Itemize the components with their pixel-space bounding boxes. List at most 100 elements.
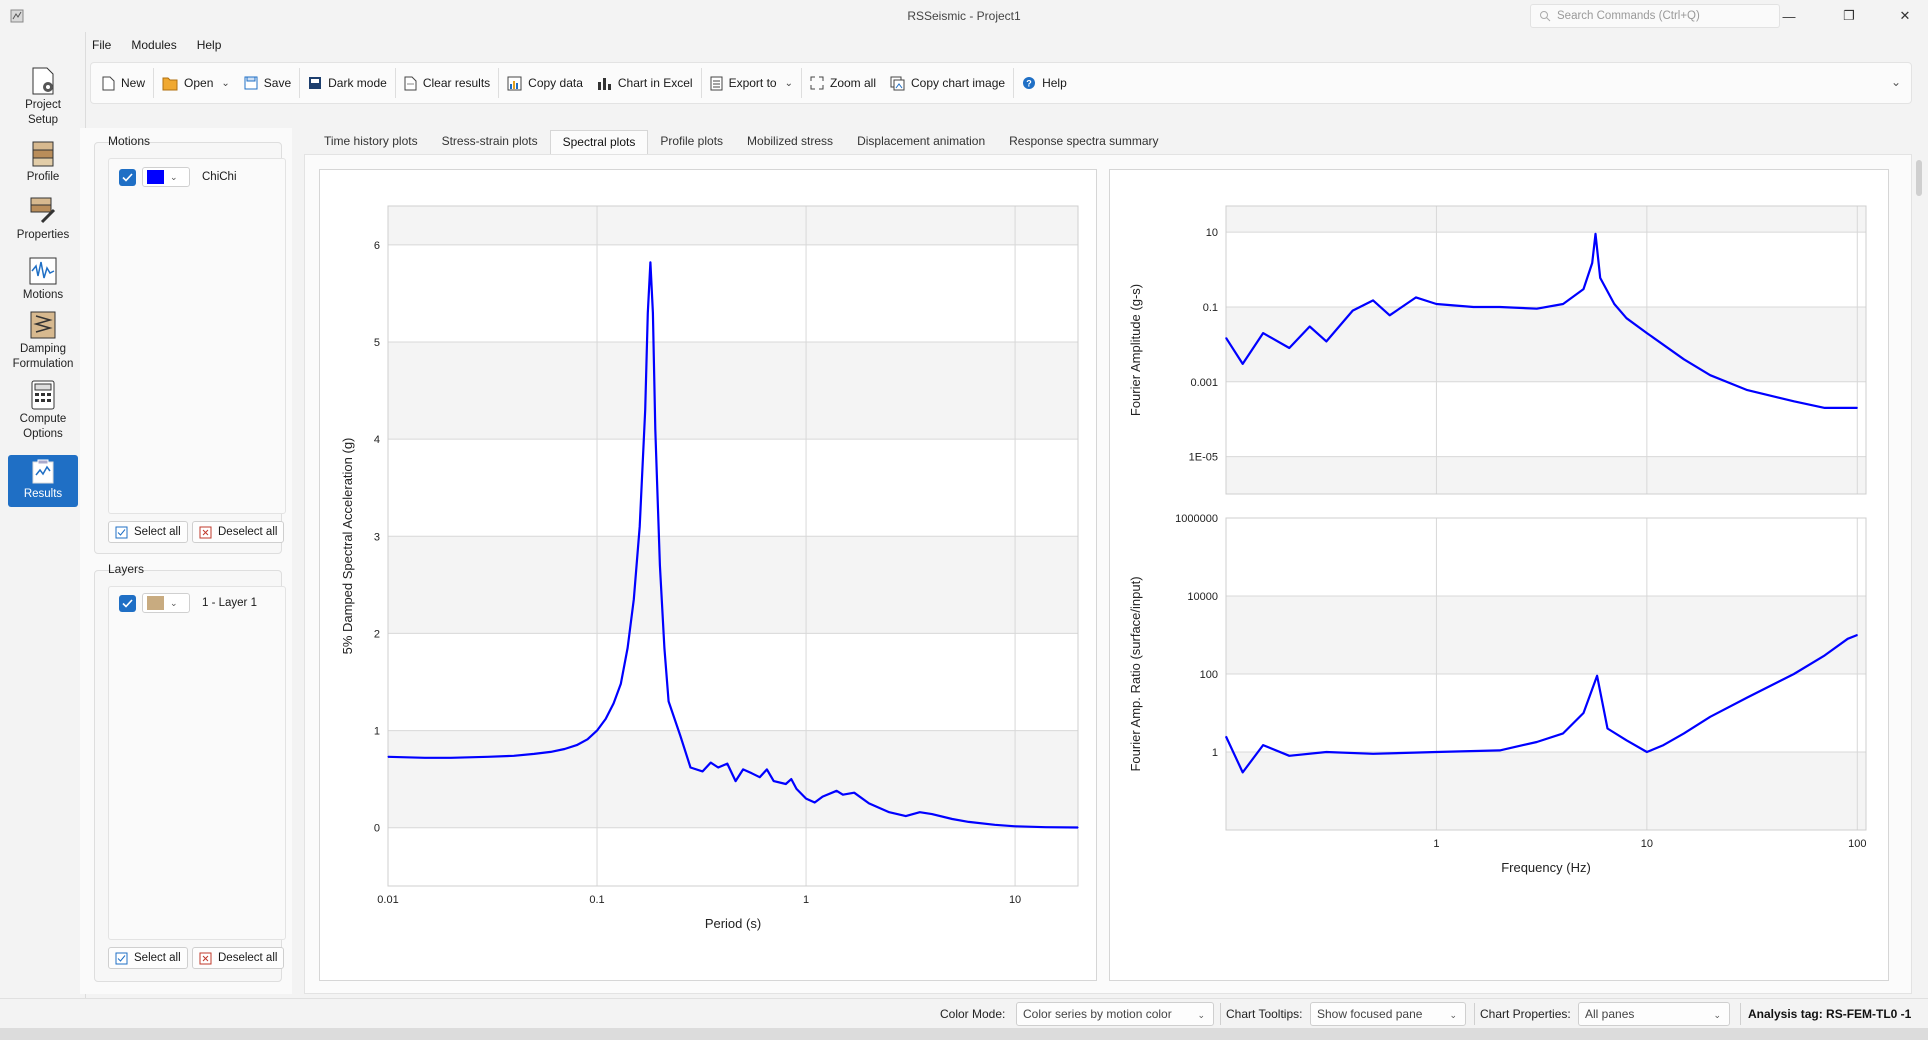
motion-color-picker[interactable]: ⌄ <box>142 167 190 187</box>
data-point <box>1499 749 1501 752</box>
selection-panel: Motions ⌄ ChiChi Select all Deselect all… <box>80 128 292 994</box>
motion-color-swatch <box>147 170 164 184</box>
tab-response-spectra-summary[interactable]: Response spectra summary <box>997 130 1170 154</box>
data-point <box>1435 751 1437 753</box>
menu-bar: File Modules Help <box>90 36 223 56</box>
y-tick-label: 6 <box>374 240 380 252</box>
color-mode-select[interactable]: Color series by motion color ⌄ <box>1016 1002 1214 1026</box>
clear-results-button[interactable]: Clear results <box>397 68 497 98</box>
data-point <box>1793 673 1795 675</box>
tab-time-history-plots[interactable]: Time history plots <box>312 130 430 154</box>
plot-band <box>388 730 1078 828</box>
deselect-all-icon <box>199 526 212 538</box>
new-button[interactable]: New <box>95 68 152 98</box>
copy-data-button[interactable]: Copy data <box>500 68 590 98</box>
fourier-charts[interactable]: 10 0.1 0.001 1E-05 Fourier Amplitude (g-s) 1 1… <box>1110 170 1888 980</box>
data-point <box>702 770 704 773</box>
menu-help[interactable]: Help <box>195 36 224 56</box>
tab-displacement-animation[interactable]: Displacement animation <box>845 130 997 154</box>
close-button[interactable]: ✕ <box>1882 0 1928 32</box>
vertical-scrollbar[interactable] <box>1916 160 1922 196</box>
tab-spectral-plots[interactable]: Spectral plots <box>549 130 649 154</box>
chart-in-excel-button[interactable]: Chart in Excel <box>590 68 700 98</box>
help-button[interactable]: ? Help <box>1015 68 1074 98</box>
chevron-down-icon: ⌄ <box>1449 1010 1457 1020</box>
nav-motions[interactable]: Motions <box>8 256 78 303</box>
data-point <box>766 768 768 771</box>
chart-properties-select[interactable]: All panes ⌄ <box>1578 1002 1730 1026</box>
motions-select-all-button[interactable]: Select all <box>108 521 188 543</box>
nav-results-label: Results <box>23 488 63 500</box>
tab-stress-strain-plots[interactable]: Stress-strain plots <box>430 130 550 154</box>
nav-profile-label: Profile <box>26 171 60 183</box>
nav-profile[interactable]: Profile <box>8 140 78 185</box>
nav-results[interactable]: Results <box>8 455 78 507</box>
menu-file[interactable]: File <box>90 36 113 56</box>
data-point <box>751 772 753 774</box>
y-tick-label: 0.001 <box>1190 377 1218 389</box>
data-point <box>853 792 855 794</box>
motions-deselect-all-button[interactable]: Deselect all <box>192 521 285 543</box>
data-point <box>1683 732 1685 735</box>
data-point <box>1613 303 1615 305</box>
export-to-button[interactable]: Export to ⌄ <box>703 68 800 98</box>
collapse-toolbar-icon[interactable]: ⌄ <box>1891 75 1901 89</box>
search-icon <box>1540 11 1551 22</box>
nav-damping-formulation[interactable]: Damping Formulation <box>8 310 78 372</box>
dark-mode-button[interactable]: Dark mode <box>301 68 394 98</box>
data-point <box>1352 310 1354 312</box>
motion-item[interactable]: ⌄ ChiChi <box>119 167 237 187</box>
dark-mode-label: Dark mode <box>328 76 387 90</box>
toolbar-separator <box>299 68 301 98</box>
command-search-placeholder: Search Commands (Ctrl+Q) <box>1557 10 1700 22</box>
chart-tooltips-label: Chart Tooltips: <box>1226 1007 1303 1021</box>
data-point <box>1606 727 1609 730</box>
nav-project-setup[interactable]: Project Setup <box>8 66 78 128</box>
motion-checkbox[interactable] <box>119 168 136 186</box>
minimize-button[interactable]: — <box>1766 0 1812 32</box>
nav-compute-options[interactable]: Compute Options <box>8 380 78 442</box>
response-spectrum-chart[interactable]: 0.01 0.1 1 10 0 1 2 3 4 5 6 Period (s) 5% Damped Spe… <box>320 170 1096 980</box>
command-search-input[interactable]: Search Commands (Ctrl+Q) <box>1530 4 1780 28</box>
copy-image-icon <box>890 76 905 90</box>
data-point <box>613 702 615 705</box>
chart-properties-label: Chart Properties: <box>1480 1007 1571 1021</box>
response-spectrum-pane[interactable]: 0.01 0.1 1 10 0 1 2 3 4 5 6 Period (s) 5% Damped Spe… <box>319 169 1097 981</box>
chevron-down-icon: ⌄ <box>170 597 178 608</box>
copy-chart-image-button[interactable]: Copy chart image <box>883 68 1012 98</box>
help-label: Help <box>1042 76 1067 90</box>
x-tick-label: 0.01 <box>377 894 398 906</box>
data-point <box>1077 826 1079 829</box>
status-bar: Color Mode: Color series by motion color… <box>0 998 1928 1028</box>
data-point <box>1562 732 1564 735</box>
nav-properties[interactable]: Properties <box>8 196 78 243</box>
tab-profile-plots[interactable]: Profile plots <box>648 130 735 154</box>
fourier-pane[interactable]: 10 0.1 0.001 1E-05 Fourier Amplitude (g-s) 1 1… <box>1109 169 1889 981</box>
layers-select-all-button[interactable]: Select all <box>108 947 188 969</box>
data-point <box>1646 332 1648 334</box>
open-label: Open <box>184 76 214 90</box>
save-label: Save <box>263 76 292 90</box>
data-point <box>742 768 744 771</box>
profile-icon <box>32 141 54 167</box>
nav-motions-label: Motions <box>22 289 64 301</box>
tab-mobilized-stress[interactable]: Mobilized stress <box>735 130 845 154</box>
nav-compute-line2: Options <box>23 428 63 440</box>
restore-button[interactable]: ❐ <box>1826 0 1872 32</box>
zoom-all-button[interactable]: Zoom all <box>803 68 883 98</box>
toolbar-separator <box>801 68 802 98</box>
chart-tooltips-value: Show focused pane <box>1317 1007 1423 1021</box>
menu-modules[interactable]: Modules <box>129 36 178 56</box>
y-tick-label: 100 <box>1200 669 1218 681</box>
data-point <box>888 811 890 813</box>
open-button[interactable]: Open ⌄ <box>155 68 237 98</box>
chart-properties-value: All panes <box>1585 1007 1635 1021</box>
layer-item[interactable]: ⌄ 1 - Layer 1 <box>119 593 257 613</box>
y-axis-title: 5% Damped Spectral Acceleration (g) <box>340 438 355 655</box>
chart-tooltips-select[interactable]: Show focused pane ⌄ <box>1310 1002 1466 1026</box>
save-button[interactable]: Save <box>237 68 298 98</box>
layer-checkbox[interactable] <box>119 594 136 612</box>
data-point <box>1847 638 1849 640</box>
layers-deselect-all-button[interactable]: Deselect all <box>192 947 285 969</box>
layer-color-picker[interactable]: ⌄ <box>142 593 190 613</box>
